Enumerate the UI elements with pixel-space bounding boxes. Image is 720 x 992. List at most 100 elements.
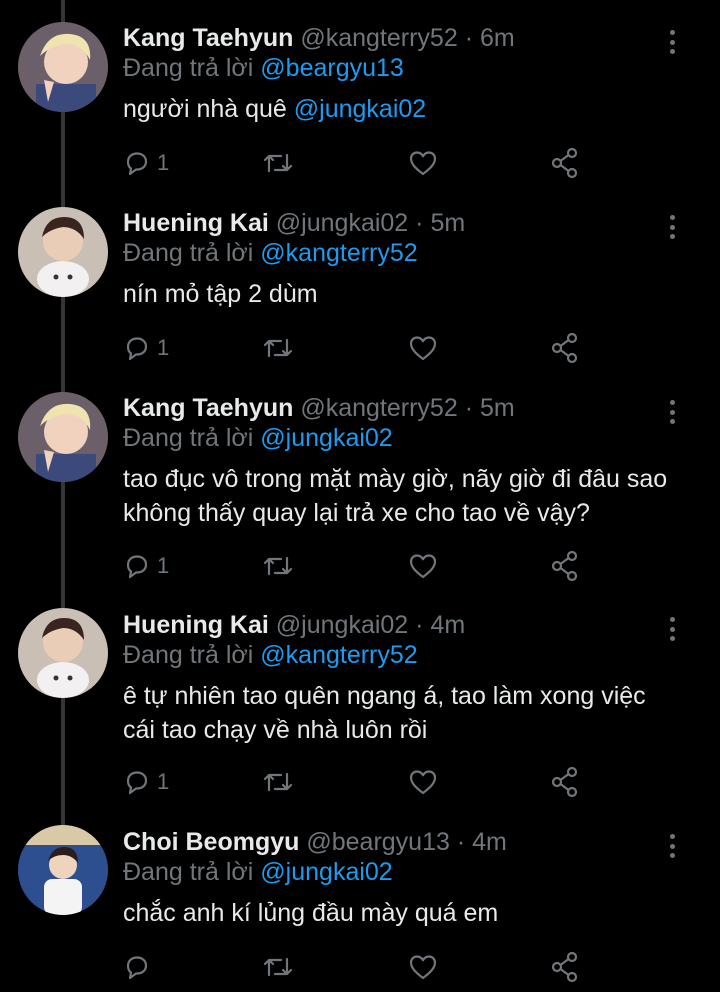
action-bar: 1 <box>123 147 583 179</box>
heart-icon <box>408 149 438 177</box>
replying-label: Đang trả lời <box>123 54 254 82</box>
more-vertical-icon <box>669 617 675 622</box>
share-button[interactable] <box>550 766 580 798</box>
avatar[interactable] <box>18 22 108 112</box>
share-button[interactable] <box>550 550 580 582</box>
reply-button[interactable]: 1 <box>123 766 169 798</box>
timestamp[interactable]: 4m <box>430 611 465 639</box>
tweet-text-content: tao đục vô trong mặt mày giờ, nãy giờ đi… <box>123 465 668 527</box>
retweet-icon <box>261 334 295 362</box>
reply-button[interactable]: 1 <box>123 147 169 179</box>
retweet-button[interactable] <box>261 332 295 364</box>
tweet-text-content: người nhà quê <box>123 95 294 123</box>
like-button[interactable] <box>408 147 438 179</box>
more-options-button[interactable] <box>660 614 684 644</box>
more-options-button[interactable] <box>660 831 684 861</box>
retweet-button[interactable] <box>261 766 295 798</box>
replying-to: Đang trả lời @jungkai02 <box>123 857 680 888</box>
replying-label: Đang trả lời <box>123 424 254 452</box>
author-name[interactable]: Huening Kai <box>123 209 269 237</box>
tweet-header: Kang Taehyun @kangterry52 · 6m <box>123 23 680 53</box>
author-handle[interactable]: @kangterry52 <box>300 24 457 52</box>
more-vertical-icon <box>669 215 675 220</box>
reply-to-mention[interactable]: @kangterry52 <box>260 239 417 267</box>
reply-to-mention[interactable]: @beargyu13 <box>260 54 404 82</box>
timestamp[interactable]: 6m <box>480 24 515 52</box>
timestamp[interactable]: 4m <box>472 828 507 856</box>
retweet-button[interactable] <box>261 147 295 179</box>
tweet-header: Huening Kai @jungkai02 · 4m <box>123 610 680 640</box>
tweet-text: ê tự nhiên tao quên ngang á, tao làm xon… <box>123 679 680 747</box>
share-icon <box>550 550 580 582</box>
more-vertical-icon <box>669 30 675 35</box>
tweet-header: Kang Taehyun @kangterry52 · 5m <box>123 393 680 423</box>
reply-icon <box>123 953 151 981</box>
replying-to: Đang trả lời @jungkai02 <box>123 423 680 454</box>
tweet-header: Choi Beomgyu @beargyu13 · 4m <box>123 827 680 857</box>
heart-icon <box>408 334 438 362</box>
reply-icon <box>123 149 151 177</box>
reply-button[interactable] <box>123 951 157 983</box>
author-handle[interactable]: @kangterry52 <box>300 394 457 422</box>
reply-to-mention[interactable]: @kangterry52 <box>260 641 417 669</box>
replying-to: Đang trả lời @kangterry52 <box>123 238 680 269</box>
replying-label: Đang trả lời <box>123 858 254 886</box>
timestamp[interactable]: 5m <box>430 209 465 237</box>
tweet-text-content: nín mỏ tập 2 dùm <box>123 280 318 308</box>
avatar[interactable] <box>18 207 108 297</box>
replying-to: Đang trả lời @beargyu13 <box>123 53 680 84</box>
heart-icon <box>408 768 438 796</box>
more-vertical-icon <box>669 400 675 405</box>
timestamp[interactable]: 5m <box>480 394 515 422</box>
reply-button[interactable]: 1 <box>123 332 169 364</box>
avatar[interactable] <box>18 608 108 698</box>
author-name[interactable]: Choi Beomgyu <box>123 828 299 856</box>
share-button[interactable] <box>550 332 580 364</box>
retweet-icon <box>261 149 295 177</box>
retweet-button[interactable] <box>261 951 295 983</box>
separator-dot: · <box>415 209 424 237</box>
more-options-button[interactable] <box>660 27 684 57</box>
heart-icon <box>408 953 438 981</box>
like-button[interactable] <box>408 550 438 582</box>
tweet-text: người nhà quê @jungkai02 <box>123 92 680 126</box>
share-icon <box>550 951 580 983</box>
reply-count: 1 <box>157 335 170 360</box>
tweet-text-content: chắc anh kí lủng đầu mày quá em <box>123 899 499 927</box>
separator-dot: · <box>464 24 474 52</box>
more-options-button[interactable] <box>660 397 684 427</box>
text-mention[interactable]: @jungkai02 <box>294 95 426 123</box>
author-name[interactable]: Kang Taehyun <box>123 24 293 52</box>
share-button[interactable] <box>550 951 580 983</box>
like-button[interactable] <box>408 332 438 364</box>
reply-to-mention[interactable]: @jungkai02 <box>260 858 392 886</box>
avatar[interactable] <box>18 825 108 915</box>
action-bar: 1 <box>123 332 583 364</box>
retweet-icon <box>261 552 295 580</box>
author-handle[interactable]: @jungkai02 <box>276 611 408 639</box>
author-name[interactable]: Kang Taehyun <box>123 394 293 422</box>
share-icon <box>550 332 580 364</box>
tweet-text-content: ê tự nhiên tao quên ngang á, tao làm xon… <box>123 682 646 744</box>
author-name[interactable]: Huening Kai <box>123 611 269 639</box>
action-bar: 1 <box>123 766 583 798</box>
separator-dot: · <box>456 828 466 856</box>
author-handle[interactable]: @jungkai02 <box>276 209 408 237</box>
like-button[interactable] <box>408 951 438 983</box>
separator-dot: · <box>415 611 424 639</box>
like-button[interactable] <box>408 766 438 798</box>
action-bar: 1 <box>123 550 583 582</box>
more-options-button[interactable] <box>660 212 684 242</box>
retweet-button[interactable] <box>261 550 295 582</box>
reply-icon <box>123 768 151 796</box>
share-button[interactable] <box>550 147 580 179</box>
avatar[interactable] <box>18 392 108 482</box>
tweet-text: chắc anh kí lủng đầu mày quá em <box>123 896 680 930</box>
replying-to: Đang trả lời @kangterry52 <box>123 640 680 671</box>
reply-count: 1 <box>157 150 170 175</box>
reply-button[interactable]: 1 <box>123 550 169 582</box>
author-handle[interactable]: @beargyu13 <box>306 828 450 856</box>
reply-to-mention[interactable]: @jungkai02 <box>260 424 392 452</box>
retweet-icon <box>261 768 295 796</box>
reply-count: 1 <box>157 553 170 578</box>
